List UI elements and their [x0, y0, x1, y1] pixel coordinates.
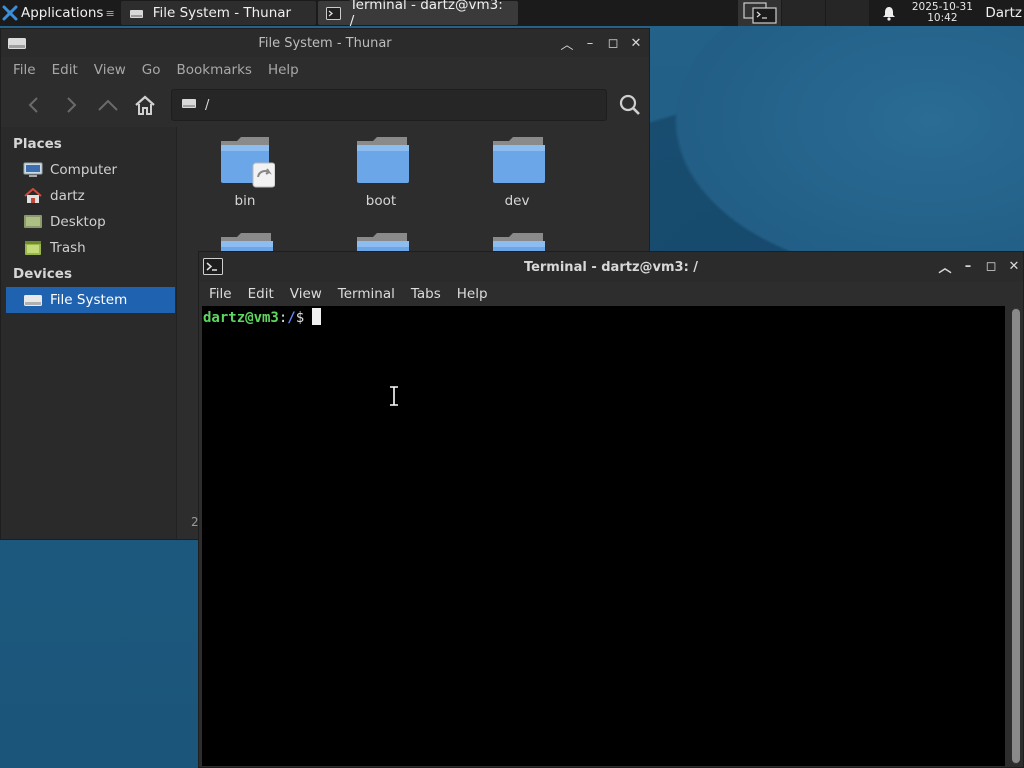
window-title: File System - Thunar	[258, 35, 392, 51]
thunar-toolbar: /	[1, 83, 649, 127]
sidebar-item-label: Trash	[50, 240, 86, 256]
user-menu[interactable]: Dartz	[975, 5, 1024, 21]
file-item[interactable]: dev	[462, 135, 572, 209]
window-app-icon	[7, 35, 27, 55]
taskbar-item-label: Terminal - dartz@vm3: /	[349, 0, 503, 29]
thunar-titlebar[interactable]: File System - Thunar ︿ – ◻ ✕	[1, 29, 649, 57]
sidebar-item-desktop[interactable]: Desktop	[1, 209, 176, 235]
menu-bookmarks[interactable]: Bookmarks	[169, 62, 260, 78]
taskbar-item-terminal[interactable]: Terminal - dartz@vm3: /	[317, 0, 518, 29]
location-bar[interactable]: /	[171, 89, 607, 121]
file-item[interactable]: bin	[190, 135, 300, 209]
computer-icon	[23, 162, 43, 178]
prompt-path: /	[287, 310, 296, 326]
side-pane: Places Computer dartz Desktop Trash Devi…	[1, 127, 177, 539]
minimize-button[interactable]: –	[961, 259, 975, 274]
ibeam-cursor-icon	[390, 386, 398, 406]
close-button[interactable]: ✕	[1007, 259, 1021, 274]
drive-icon	[129, 7, 144, 20]
sidebar-item-label: File System	[50, 292, 128, 308]
applications-menu-button[interactable]: Applications ≡	[0, 0, 119, 26]
window-title: Terminal - dartz@vm3: /	[523, 259, 699, 275]
places-heading: Places	[13, 136, 62, 152]
close-button[interactable]: ✕	[629, 36, 643, 51]
drive-icon	[181, 97, 197, 113]
terminal-window: Terminal - dartz@vm3: / ︿ – ◻ ✕ File Edi…	[198, 251, 1024, 768]
desktop-icon	[23, 214, 43, 230]
terminal-icon	[325, 6, 341, 20]
menu-tabs[interactable]: Tabs	[403, 286, 449, 302]
parent-folder-button[interactable]	[89, 89, 126, 121]
location-path: /	[205, 97, 210, 113]
devices-heading: Devices	[13, 266, 72, 282]
sidebar-item-trash[interactable]: Trash	[1, 235, 176, 261]
scrollbar-thumb[interactable]	[1012, 309, 1020, 763]
sidebar-item-label: Desktop	[50, 214, 106, 230]
applications-label: Applications	[21, 5, 104, 21]
search-button[interactable]	[611, 89, 648, 121]
folder-icon	[491, 135, 545, 183]
menu-file[interactable]: File	[201, 286, 240, 302]
clock-time: 10:42	[927, 12, 958, 24]
menu-edit[interactable]: Edit	[240, 286, 282, 302]
sidebar-item-file-system[interactable]: File System	[6, 287, 175, 313]
maximize-button[interactable]: ◻	[606, 36, 620, 51]
menu-edit[interactable]: Edit	[44, 62, 86, 78]
trash-icon	[23, 240, 43, 256]
workspace-3[interactable]	[825, 0, 870, 26]
prompt-symbol: $	[295, 310, 305, 326]
file-name: bin	[234, 193, 256, 209]
text-cursor	[312, 308, 322, 325]
sidebar-item-computer[interactable]: Computer	[1, 157, 176, 183]
menu-help[interactable]: Help	[260, 62, 307, 78]
taskbar-item-thunar[interactable]: File System - Thunar	[120, 1, 316, 25]
terminal-titlebar[interactable]: Terminal - dartz@vm3: / ︿ – ◻ ✕	[199, 252, 1023, 282]
file-name: boot	[365, 193, 397, 209]
sidebar-item-home[interactable]: dartz	[1, 183, 176, 209]
workspace-switcher[interactable]	[737, 0, 870, 26]
forward-arrow-icon	[66, 97, 76, 113]
thunar-menubar: File Edit View Go Bookmarks Help	[1, 57, 649, 83]
menu-help[interactable]: Help	[449, 286, 496, 302]
menu-view[interactable]: View	[282, 286, 330, 302]
menu-view[interactable]: View	[86, 62, 134, 78]
workspace-2[interactable]	[781, 0, 826, 26]
search-icon	[619, 94, 640, 115]
menu-handle-icon: ≡	[105, 6, 115, 20]
file-item[interactable]: boot	[326, 135, 436, 209]
terminal-window-thumbnail-icon	[743, 2, 777, 24]
menu-file[interactable]: File	[5, 62, 44, 78]
shade-button[interactable]: ︿	[560, 36, 574, 53]
home-folder-icon	[23, 187, 43, 204]
shade-button[interactable]: ︿	[938, 259, 952, 276]
file-name: dev	[504, 193, 530, 209]
notification-bell-icon[interactable]	[869, 0, 909, 26]
taskbar-item-label: File System - Thunar	[152, 5, 292, 21]
menu-go[interactable]: Go	[134, 62, 169, 78]
folder-icon	[355, 135, 409, 183]
top-panel: Applications ≡ File System - Thunar Term…	[0, 0, 1024, 29]
back-arrow-icon	[28, 97, 38, 113]
back-button[interactable]	[15, 89, 52, 121]
terminal-scrollbar[interactable]	[1012, 308, 1020, 764]
home-button[interactable]	[126, 89, 163, 121]
workspace-1[interactable]	[737, 0, 782, 26]
minimize-button[interactable]: –	[583, 36, 597, 51]
forward-button[interactable]	[52, 89, 89, 121]
terminal-output[interactable]: dartz@vm3:/$	[202, 306, 1005, 766]
prompt-user: dartz@vm3	[203, 310, 279, 326]
xfce-logo-icon	[2, 5, 18, 21]
home-icon	[134, 95, 155, 115]
folder-link-icon	[219, 135, 276, 188]
terminal-icon	[203, 258, 223, 279]
menu-terminal[interactable]: Terminal	[330, 286, 403, 302]
drive-icon	[23, 292, 43, 308]
panel-clock[interactable]: 2025-10-31 10:42	[909, 2, 975, 24]
sidebar-item-label: Computer	[50, 162, 118, 178]
sidebar-item-label: dartz	[50, 188, 85, 204]
terminal-menubar: File Edit View Terminal Tabs Help	[199, 282, 1023, 306]
up-arrow-icon	[97, 99, 118, 111]
maximize-button[interactable]: ◻	[984, 259, 998, 274]
